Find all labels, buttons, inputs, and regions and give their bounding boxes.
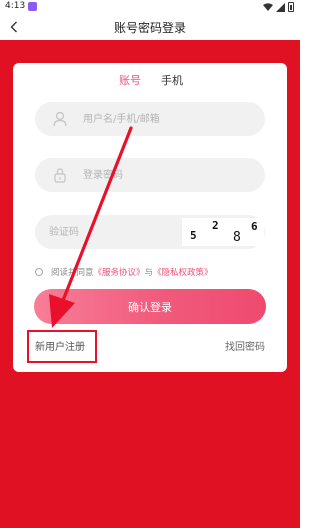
password-field	[35, 158, 265, 192]
confirm-login-button[interactable]: 确认登录	[34, 289, 266, 324]
password-input[interactable]	[83, 158, 253, 192]
status-bar: 4:13	[0, 0, 300, 14]
status-time: 4:13	[5, 1, 26, 11]
service-agreement-link[interactable]: 《服务协议》	[94, 266, 145, 278]
signal-icon	[276, 2, 285, 12]
captcha-image[interactable]: 5 2 8 6	[182, 218, 264, 246]
user-icon	[53, 111, 67, 127]
app-notification-icon	[28, 2, 37, 11]
agreement-checkbox[interactable]	[35, 268, 43, 276]
privacy-policy-link[interactable]: 《隐私权政策》	[153, 266, 213, 278]
agreement-row: 阅读并同意 《服务协议》 与 《隐私权政策》	[35, 265, 213, 279]
wifi-icon	[263, 3, 273, 11]
login-card: 账号 手机 5 2 8 6 阅读并同意 《服务协议》 与 《隐私权政策》	[13, 63, 287, 372]
tab-phone[interactable]: 手机	[161, 72, 183, 88]
username-input[interactable]	[83, 102, 253, 136]
agreement-prefix: 阅读并同意	[51, 268, 94, 278]
captcha-field: 5 2 8 6	[35, 215, 265, 249]
captcha-digit: 8	[233, 230, 241, 245]
page-title: 账号密码登录	[113, 21, 186, 35]
captcha-digit: 6	[251, 220, 258, 233]
captcha-digit: 5	[190, 229, 197, 242]
login-tabs: 账号 手机	[13, 72, 287, 90]
lock-icon	[54, 168, 66, 183]
register-link[interactable]: 新用户注册	[35, 338, 85, 353]
captcha-digit: 2	[212, 219, 219, 232]
agreement-and: 与	[144, 268, 154, 278]
header: 账号密码登录	[0, 14, 300, 40]
captcha-input[interactable]	[49, 215, 159, 249]
forgot-password-link[interactable]: 找回密码	[225, 338, 265, 353]
status-indicators	[263, 2, 294, 12]
battery-icon	[288, 2, 294, 12]
tab-account[interactable]: 账号	[119, 72, 141, 88]
username-field	[35, 102, 265, 136]
